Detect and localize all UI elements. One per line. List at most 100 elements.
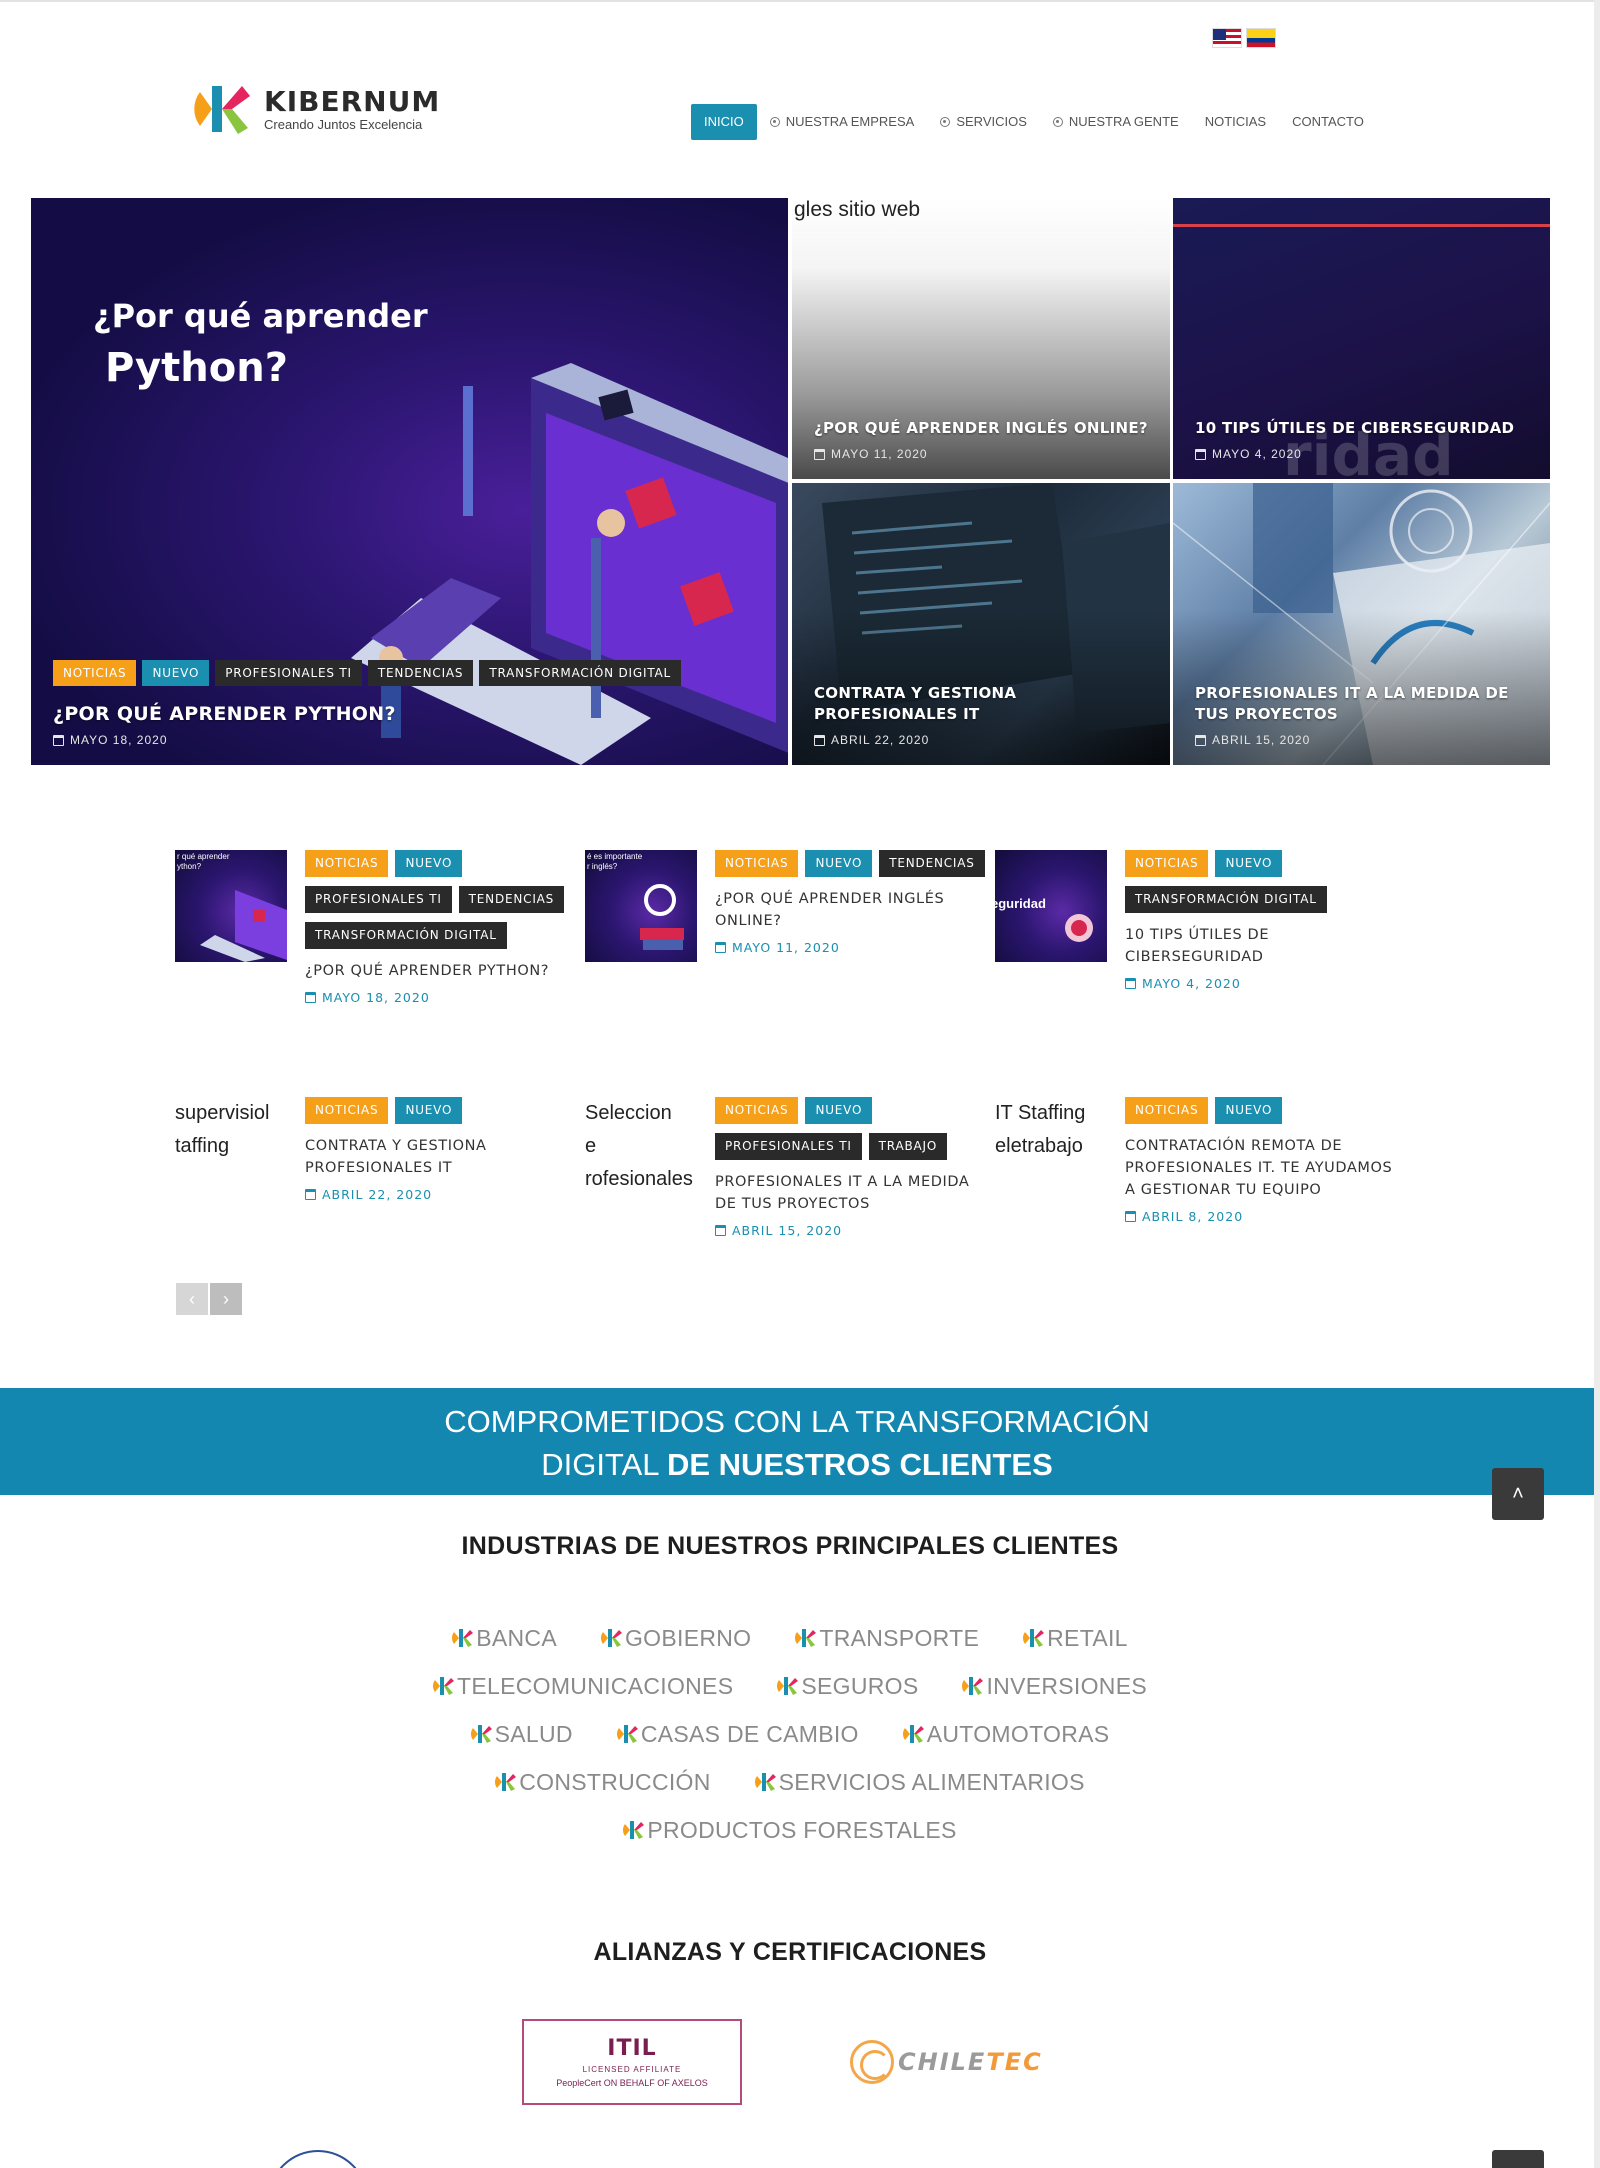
industry-item: INVERSIONES (962, 1673, 1147, 1700)
python-thumbnail-illustration (200, 890, 287, 962)
itil-logo[interactable]: ITIL LICENSED AFFILIATE PeopleCert ON BE… (522, 2019, 742, 2105)
tag-tendencias[interactable]: TENDENCIAS (367, 660, 474, 686)
tag-trabajo[interactable]: TRABAJO (868, 1133, 948, 1160)
tile-meta: PROFESIONALES IT A LA MEDIDA DE TUS PROY… (1195, 683, 1528, 747)
nav-label: SERVICIOS (956, 114, 1027, 129)
post-title[interactable]: ¿POR QUÉ APRENDER INGLÉS ONLINE? (715, 888, 985, 932)
tag-nuevo[interactable]: NUEVO (395, 1097, 463, 1124)
kibernum-k-icon (777, 1677, 799, 1695)
hero-main-tile[interactable]: ¿Por qué aprender Python? NOTICIAS NUEVO… (31, 198, 788, 765)
tag-transformacion-digital[interactable]: TRANSFORMACIÓN DIGITAL (305, 922, 507, 949)
scroll-to-top-button[interactable]: ˄ (1492, 1468, 1544, 1520)
banner-line-2: DIGITAL DE NUESTROS CLIENTES (0, 1443, 1594, 1486)
page-scrollbar[interactable] (1594, 0, 1600, 2168)
tile-title[interactable]: 10 TIPS ÚTILES DE CIBERSEGURIDAD (1195, 418, 1528, 439)
tag-profesionales-ti[interactable]: PROFESIONALES TI (715, 1133, 862, 1160)
post-title[interactable]: ¿POR QUÉ APRENDER PYTHON? (305, 960, 575, 982)
chiletec-part: TEC (986, 2048, 1043, 2076)
calendar-icon (305, 1189, 316, 1200)
post-thumbnail[interactable]: supervisiol taffing (175, 1097, 287, 1209)
chiletec-part: CHILE (898, 2048, 987, 2076)
alliances-title: ALIANZAS Y CERTIFICACIONES (593, 1938, 987, 1966)
tag-noticias[interactable]: NOTICIAS (1125, 850, 1209, 877)
post-tags: NOTICIAS NUEVO TENDENCIAS (715, 850, 985, 877)
hero-tile-ciberseguridad[interactable]: ridad 10 TIPS ÚTILES DE CIBERSEGURIDAD M… (1173, 198, 1550, 479)
tag-nuevo[interactable]: NUEVO (142, 660, 210, 686)
banner-bold-text: DE NUESTROS CLIENTES (666, 1447, 1053, 1482)
tag-tendencias[interactable]: TENDENCIAS (879, 850, 985, 877)
tag-noticias[interactable]: NOTICIAS (715, 850, 799, 877)
tile-date: ABRIL 15, 2020 (1195, 733, 1528, 747)
hero-tile-ingles[interactable]: gles sitio web ¿POR QUÉ APRENDER INGLÉS … (792, 198, 1170, 479)
us-flag-icon[interactable] (1212, 28, 1242, 48)
tag-transformacion-digital[interactable]: TRANSFORMACIÓN DIGITAL (479, 660, 682, 686)
carousel-prev-button[interactable]: ‹ (176, 1283, 208, 1315)
industry-item: BANCA (452, 1625, 557, 1652)
nav-item-servicios[interactable]: SERVICIOS (927, 104, 1040, 140)
post-thumbnail[interactable]: IT Staffing eletrabajo (995, 1097, 1107, 1209)
nav-item-contacto[interactable]: CONTACTO (1279, 104, 1377, 140)
nav-item-nuestra-empresa[interactable]: NUESTRA EMPRESA (757, 104, 928, 140)
site-logo[interactable]: KIBERNUM Creando Juntos Excelencia (192, 78, 440, 140)
kibernum-k-icon (433, 1677, 455, 1695)
colombia-flag-icon[interactable] (1246, 28, 1276, 48)
kibernum-k-icon (600, 1629, 622, 1647)
post-thumbnail[interactable]: é es importante r inglés? (585, 850, 697, 962)
tag-profesionales-ti[interactable]: PROFESIONALES TI (215, 660, 362, 686)
tag-noticias[interactable]: NOTICIAS (305, 850, 389, 877)
post-title[interactable]: 10 TIPS ÚTILES DE CIBERSEGURIDAD (1125, 924, 1395, 968)
security-thumbnail-illustration (1065, 914, 1093, 942)
tag-profesionales-ti[interactable]: PROFESIONALES TI (305, 886, 452, 913)
hero-grid: ¿Por qué aprender Python? NOTICIAS NUEVO… (31, 198, 1550, 765)
kibernum-k-icon (452, 1629, 474, 1647)
kibernum-k-icon (962, 1677, 984, 1695)
industry-label: AUTOMOTORAS (926, 1720, 1110, 1747)
headline-line: Python? (105, 345, 288, 391)
post-body: NOTICIAS NUEVO TRANSFORMACIÓN DIGITAL 10… (1125, 850, 1395, 991)
industry-label: CONSTRUCCIÓN (519, 1768, 711, 1795)
post-title[interactable]: CONTRATA Y GESTIONA PROFESIONALES IT (305, 1135, 575, 1179)
nav-item-inicio[interactable]: INICIO (691, 104, 757, 140)
tile-title[interactable]: CONTRATA Y GESTIONA PROFESIONALES IT (814, 683, 1148, 725)
scroll-to-top-button-secondary[interactable] (1492, 2150, 1544, 2168)
tile-title[interactable]: PROFESIONALES IT A LA MEDIDA DE TUS PROY… (1195, 683, 1528, 725)
hero-main-title[interactable]: ¿POR QUÉ APRENDER PYTHON? (53, 704, 766, 725)
nav-item-nuestra-gente[interactable]: NUESTRA GENTE (1040, 104, 1192, 140)
tag-noticias[interactable]: NOTICIAS (53, 660, 137, 686)
tag-nuevo[interactable]: NUEVO (1215, 1097, 1283, 1124)
industry-item: AUTOMOTORAS (902, 1720, 1110, 1748)
post-title[interactable]: CONTRATACIÓN REMOTA DE PROFESIONALES IT.… (1125, 1135, 1395, 1201)
hero-tile-profesionales[interactable]: PROFESIONALES IT A LA MEDIDA DE TUS PROY… (1173, 483, 1550, 765)
logo-name: KIBERNUM (264, 84, 441, 118)
post-tags: NOTICIAS NUEVO TRANSFORMACIÓN DIGITAL (1125, 850, 1395, 913)
post-title[interactable]: PROFESIONALES IT A LA MEDIDA DE TUS PROY… (715, 1171, 985, 1215)
nav-item-noticias[interactable]: NOTICIAS (1192, 104, 1279, 140)
industries-list: BANCA GOBIERNO TRANSPORTE RETAIL TELECOM… (0, 1614, 1580, 1854)
tag-noticias[interactable]: NOTICIAS (305, 1097, 389, 1124)
post-thumbnail[interactable]: r qué aprender ython? (175, 850, 287, 962)
industries-row: TELECOMUNICACIONES SEGUROS INVERSIONES (0, 1662, 1580, 1710)
tag-nuevo[interactable]: NUEVO (805, 1097, 873, 1124)
tag-tendencias[interactable]: TENDENCIAS (458, 886, 565, 913)
carousel-next-button[interactable]: › (210, 1283, 242, 1315)
tile-title[interactable]: ¿POR QUÉ APRENDER INGLÉS ONLINE? (814, 418, 1148, 439)
tag-noticias[interactable]: NOTICIAS (715, 1097, 799, 1124)
post-thumbnail[interactable]: eguridad (995, 850, 1107, 962)
tag-transformacion-digital[interactable]: TRANSFORMACIÓN DIGITAL (1125, 886, 1327, 913)
calendar-icon (1195, 448, 1206, 460)
tag-nuevo[interactable]: NUEVO (805, 850, 873, 877)
post-thumbnail[interactable]: Seleccion e rofesionales (585, 1097, 697, 1209)
target-icon (769, 117, 780, 127)
chevron-up-icon: ˄ (1512, 1483, 1524, 1505)
hero-tile-contrata[interactable]: CONTRATA Y GESTIONA PROFESIONALES IT ABR… (792, 483, 1170, 765)
date-text: MAYO 18, 2020 (70, 733, 168, 747)
industry-item: CASAS DE CAMBIO (616, 1721, 859, 1748)
chiletec-logo[interactable]: CHILETEC (850, 2040, 1043, 2084)
english-thumbnail-illustration (640, 884, 684, 950)
tag-nuevo[interactable]: NUEVO (1215, 850, 1283, 877)
commitment-banner: COMPROMETIDOS CON LA TRANSFORMACIÓN DIGI… (0, 1388, 1594, 1495)
industries-row: BANCA GOBIERNO TRANSPORTE RETAIL (0, 1614, 1580, 1662)
tag-noticias[interactable]: NOTICIAS (1125, 1097, 1209, 1124)
tag-nuevo[interactable]: NUEVO (395, 850, 463, 877)
industries-row: PRODUCTOS FORESTALES (0, 1806, 1580, 1854)
